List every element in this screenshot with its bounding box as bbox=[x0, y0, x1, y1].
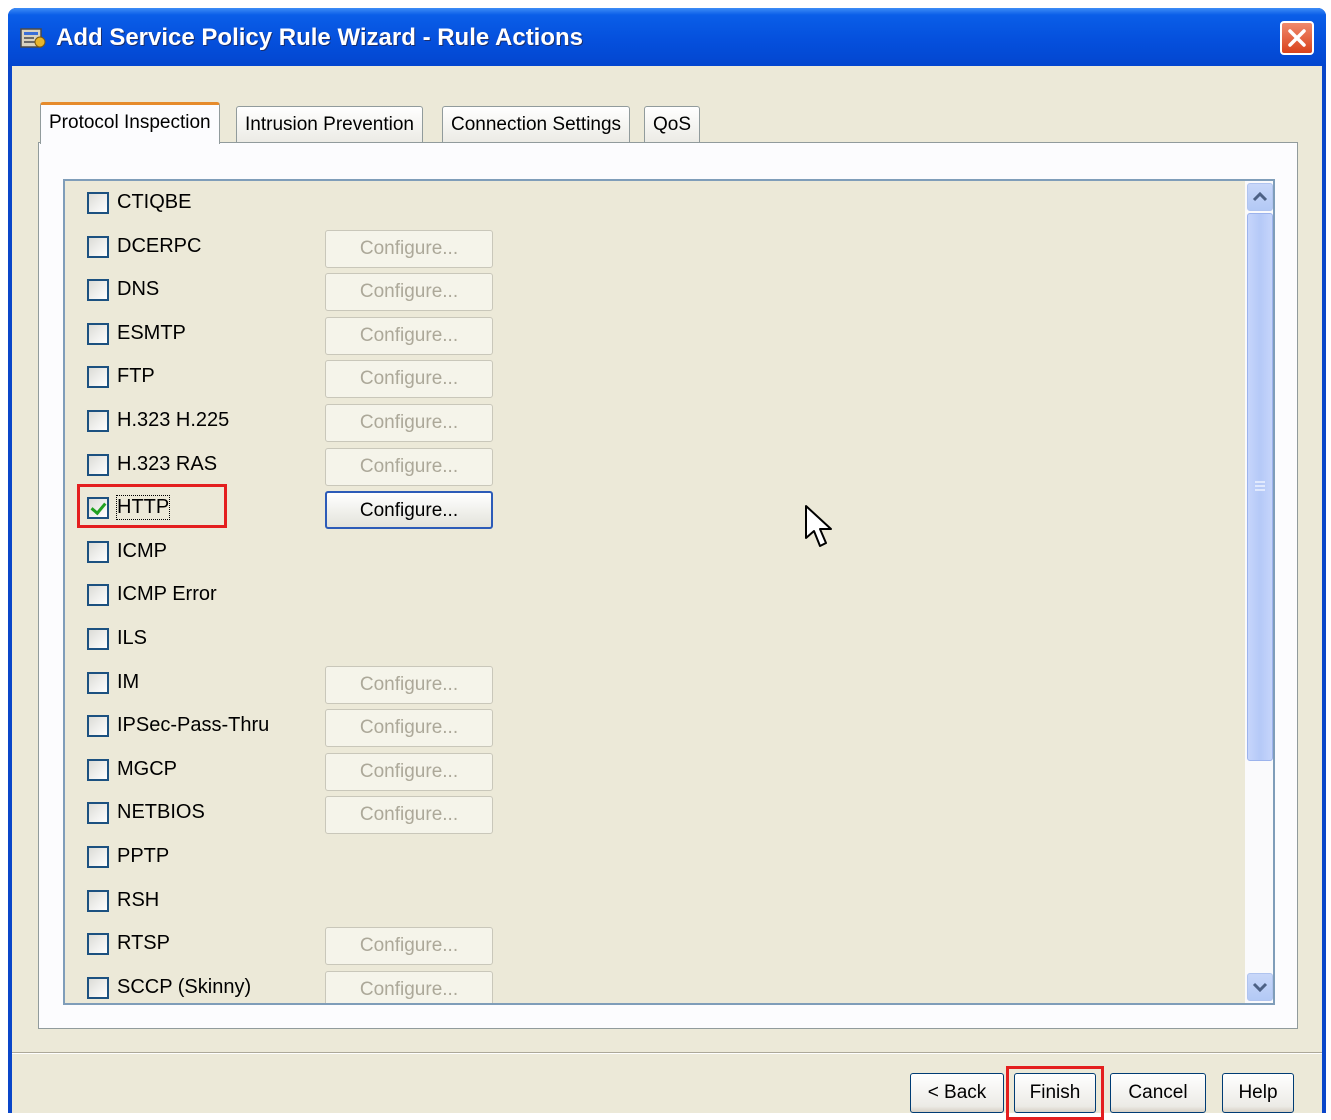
configure-button: Configure... bbox=[325, 752, 493, 791]
grip-icon bbox=[1255, 481, 1265, 491]
protocol-label[interactable]: ICMP bbox=[117, 540, 167, 563]
tab-connection-settings[interactable]: Connection Settings bbox=[442, 106, 631, 142]
protocol-checkbox[interactable] bbox=[87, 192, 109, 214]
finish-highlight-box bbox=[1006, 1066, 1104, 1120]
protocol-checkbox[interactable] bbox=[87, 410, 109, 432]
protocol-row: DNS Configure... bbox=[65, 270, 1245, 312]
http-highlight-box bbox=[77, 484, 227, 528]
protocol-label[interactable]: DCERPC bbox=[117, 235, 201, 258]
configure-button: Configure... bbox=[325, 229, 493, 268]
protocol-checkbox[interactable] bbox=[87, 758, 109, 781]
protocol-row: DCERPC Configure... bbox=[65, 227, 1245, 268]
protocol-checkbox[interactable] bbox=[87, 846, 109, 868]
protocol-label[interactable]: H.323 RAS bbox=[117, 453, 217, 476]
title-bar[interactable]: Add Service Policy Rule Wizard - Rule Ac… bbox=[8, 8, 1326, 66]
close-icon bbox=[1288, 29, 1306, 47]
protocol-checkbox[interactable] bbox=[87, 235, 109, 258]
protocol-checkbox[interactable] bbox=[87, 976, 109, 999]
protocol-label[interactable]: NETBIOS bbox=[117, 801, 205, 824]
configure-button: Configure... bbox=[325, 970, 493, 1003]
configure-button: Configure... bbox=[325, 447, 493, 486]
configure-button: Configure... bbox=[325, 709, 493, 748]
close-button[interactable] bbox=[1280, 21, 1314, 55]
protocol-label[interactable]: RSH bbox=[117, 889, 159, 912]
protocol-checkbox[interactable] bbox=[87, 540, 109, 563]
chevron-up-icon bbox=[1252, 191, 1268, 202]
protocol-row: PPTP bbox=[65, 837, 1245, 877]
help-button[interactable]: Help bbox=[1222, 1073, 1294, 1113]
protocol-checkbox[interactable] bbox=[87, 671, 109, 694]
protocol-row: FTP Configure... bbox=[65, 357, 1245, 399]
protocol-label[interactable]: IM bbox=[117, 671, 139, 694]
protocol-checkbox[interactable] bbox=[87, 933, 109, 956]
protocol-list: CTIQBE DCERPC Configure... DNS Configure... E… bbox=[63, 179, 1275, 1005]
tab-qos[interactable]: QoS bbox=[644, 106, 701, 142]
protocol-checkbox[interactable] bbox=[87, 366, 109, 389]
configure-button: Configure... bbox=[325, 404, 493, 442]
protocol-row: IPSec-Pass-Thru Configure... bbox=[65, 706, 1245, 748]
protocol-checkbox[interactable] bbox=[87, 322, 109, 345]
scroll-down-button[interactable] bbox=[1247, 973, 1273, 1001]
app-icon bbox=[20, 28, 46, 48]
tab-protocol-inspection[interactable]: Protocol Inspection bbox=[40, 102, 220, 144]
protocol-row: ILS bbox=[65, 619, 1245, 659]
protocol-checkbox[interactable] bbox=[87, 802, 109, 825]
scroll-thumb[interactable] bbox=[1247, 213, 1273, 761]
footer-separator bbox=[12, 1052, 1322, 1054]
cancel-button[interactable]: Cancel bbox=[1110, 1073, 1206, 1113]
protocol-row: RSH bbox=[65, 881, 1245, 921]
configure-button: Configure... bbox=[325, 360, 493, 399]
chevron-down-icon bbox=[1252, 982, 1268, 993]
dialog-client-area: Protocol Inspection Intrusion Prevention… bbox=[12, 66, 1322, 1120]
window-title: Add Service Policy Rule Wizard - Rule Ac… bbox=[56, 24, 584, 51]
back-button[interactable]: < Back bbox=[910, 1073, 1004, 1113]
protocol-row: HTTP Configure... bbox=[65, 488, 1245, 530]
protocol-label[interactable]: PPTP bbox=[117, 845, 169, 868]
protocol-checkbox[interactable] bbox=[87, 889, 109, 912]
vertical-scrollbar[interactable] bbox=[1245, 181, 1273, 1003]
protocol-checkbox[interactable] bbox=[87, 715, 109, 738]
protocol-row: NETBIOS Configure... bbox=[65, 793, 1245, 835]
protocol-row: CTIQBE bbox=[65, 183, 1245, 223]
mouse-cursor-icon bbox=[805, 505, 832, 547]
protocol-checkbox[interactable] bbox=[87, 584, 109, 607]
protocol-label[interactable]: FTP bbox=[117, 365, 155, 388]
protocol-row: RTSP Configure... bbox=[65, 924, 1245, 966]
protocol-row: ICMP bbox=[65, 532, 1245, 572]
scroll-up-button[interactable] bbox=[1247, 183, 1273, 211]
configure-button[interactable]: Configure... bbox=[325, 491, 493, 530]
protocol-row: SCCP (Skinny) Configure... bbox=[65, 968, 1245, 1003]
protocol-label[interactable]: IPSec-Pass-Thru bbox=[117, 714, 269, 737]
protocol-row: ICMP Error bbox=[65, 575, 1245, 615]
protocol-row: H.323 H.225 Configure... bbox=[65, 401, 1245, 442]
configure-button: Configure... bbox=[325, 316, 493, 355]
configure-button: Configure... bbox=[325, 665, 493, 704]
configure-button: Configure... bbox=[325, 796, 493, 835]
protocol-row: ESMTP Configure... bbox=[65, 314, 1245, 355]
protocol-label[interactable]: RTSP bbox=[117, 932, 170, 955]
configure-button: Configure... bbox=[325, 927, 493, 966]
protocol-label[interactable]: SCCP (Skinny) bbox=[117, 976, 251, 999]
protocol-row: MGCP Configure... bbox=[65, 750, 1245, 791]
protocol-label[interactable]: ILS bbox=[117, 627, 147, 650]
protocol-inspection-panel: CTIQBE DCERPC Configure... DNS Configure... E… bbox=[38, 142, 1298, 1029]
protocol-label[interactable]: DNS bbox=[117, 278, 159, 301]
protocol-checkbox[interactable] bbox=[87, 628, 109, 650]
protocol-row: IM Configure... bbox=[65, 663, 1245, 704]
tab-intrusion-prevention[interactable]: Intrusion Prevention bbox=[236, 106, 423, 142]
protocol-row: H.323 RAS Configure... bbox=[65, 445, 1245, 486]
protocol-checkbox[interactable] bbox=[87, 279, 109, 302]
protocol-label[interactable]: ESMTP bbox=[117, 322, 186, 345]
protocol-label[interactable]: MGCP bbox=[117, 758, 177, 781]
wizard-window: Add Service Policy Rule Wizard - Rule Ac… bbox=[8, 8, 1326, 1120]
protocol-checkbox[interactable] bbox=[87, 453, 109, 476]
protocol-label[interactable]: CTIQBE bbox=[117, 191, 191, 214]
protocol-label[interactable]: H.323 H.225 bbox=[117, 409, 229, 432]
protocol-label[interactable]: ICMP Error bbox=[117, 583, 217, 606]
configure-button: Configure... bbox=[325, 273, 493, 312]
